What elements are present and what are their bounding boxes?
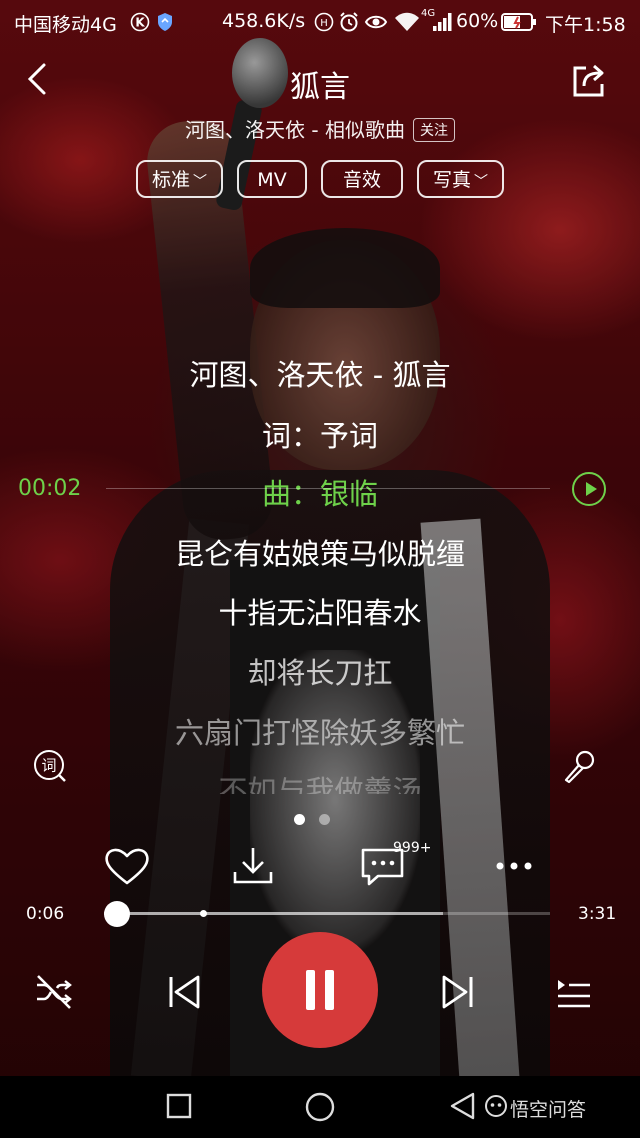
k-badge-icon: K	[130, 12, 150, 37]
share-icon[interactable]	[570, 62, 608, 98]
progress-thumb[interactable]	[104, 901, 131, 927]
back-nav-icon[interactable]	[448, 1091, 476, 1125]
effects-label: 音效	[342, 169, 381, 191]
song-title: 狐言	[290, 70, 350, 105]
signal-icon	[432, 12, 454, 37]
page-dot-active	[294, 814, 305, 825]
comment-count: 999+	[393, 840, 432, 856]
chevron-down-icon: ﹀	[193, 174, 207, 190]
shuffle-icon[interactable]	[34, 972, 74, 1016]
lyrics-icon[interactable]: 词	[32, 748, 68, 784]
playlist-icon[interactable]	[554, 972, 594, 1016]
total-time: 3:31	[578, 904, 617, 924]
page-dot	[319, 814, 330, 825]
mv-label: MV	[257, 169, 287, 191]
status-bar: 中国移动4G K 458.6K/s H 4G 60% 下午1:58	[0, 0, 640, 44]
heart-icon[interactable]	[102, 844, 152, 888]
lyric-line: 不如与我做羹汤	[218, 774, 422, 794]
watermark: 悟空问答	[510, 1099, 587, 1121]
previous-icon[interactable]	[164, 972, 204, 1016]
lyric-line: 昆仑有姑娘策马似脱缰	[174, 537, 465, 571]
svg-text:K: K	[135, 16, 145, 30]
download-icon[interactable]	[228, 844, 278, 888]
more-icon[interactable]	[490, 844, 540, 888]
buffer-bar	[104, 912, 443, 915]
svg-text:词: 词	[41, 757, 56, 775]
mv-button[interactable]: MV	[237, 160, 307, 198]
chevron-down-icon: ﹀	[474, 174, 489, 190]
effects-button[interactable]: 音效	[321, 160, 403, 198]
page-indicator	[294, 810, 344, 829]
current-time: 0:06	[26, 904, 65, 924]
lyric-timeline	[0, 487, 640, 491]
play-from-line-icon[interactable]	[572, 472, 606, 506]
follow-button[interactable]: 关注	[412, 118, 455, 142]
pause-button[interactable]	[262, 932, 378, 1048]
battery-charging-icon	[501, 12, 537, 37]
network-speed: 458.6K/s	[222, 10, 306, 32]
battery-percent: 60%	[456, 10, 499, 32]
lyric-line: 六扇门打怪除妖多繁忙	[174, 716, 465, 750]
progress-bar[interactable]	[104, 912, 550, 915]
microphone-icon[interactable]	[562, 748, 598, 784]
pause-icon	[306, 970, 315, 1010]
quality-label: 标准	[151, 169, 190, 191]
quality-button[interactable]: 标准 ﹀	[135, 160, 223, 198]
lyric-line: 十指无沾阳春水	[218, 596, 422, 630]
photo-button[interactable]: 写真 ﹀	[417, 160, 505, 198]
eye-icon	[364, 13, 388, 36]
watermark-logo-icon	[484, 1094, 508, 1122]
hd-icon: H	[314, 12, 334, 37]
lyric-line: 却将长刀扛	[247, 656, 393, 690]
lyric-time-marker: 00:02	[18, 476, 82, 501]
next-icon[interactable]	[438, 972, 478, 1016]
svg-text:H: H	[320, 18, 328, 29]
wifi-icon	[394, 11, 420, 38]
lyric-line: 河图、洛天依 - 狐言	[189, 358, 451, 392]
lyric-line-active: 曲：银临	[261, 477, 378, 511]
artist-link[interactable]: 河图、洛天依 - 相似歌曲	[185, 118, 405, 142]
shield-icon	[156, 12, 174, 37]
option-pills: 标准 ﹀ MV 音效 写真 ﹀	[0, 160, 640, 198]
lyric-line: 词：予词	[261, 419, 378, 453]
home-icon[interactable]	[304, 1091, 336, 1127]
photo-label: 写真	[433, 169, 472, 191]
alarm-icon	[338, 11, 360, 38]
clock: 下午1:58	[545, 14, 626, 36]
progress-marker	[200, 910, 207, 917]
carrier-label: 中国移动4G	[14, 14, 117, 36]
recent-apps-icon[interactable]	[166, 1093, 192, 1123]
artist-line: 河图、洛天依 - 相似歌曲 关注	[0, 114, 640, 143]
